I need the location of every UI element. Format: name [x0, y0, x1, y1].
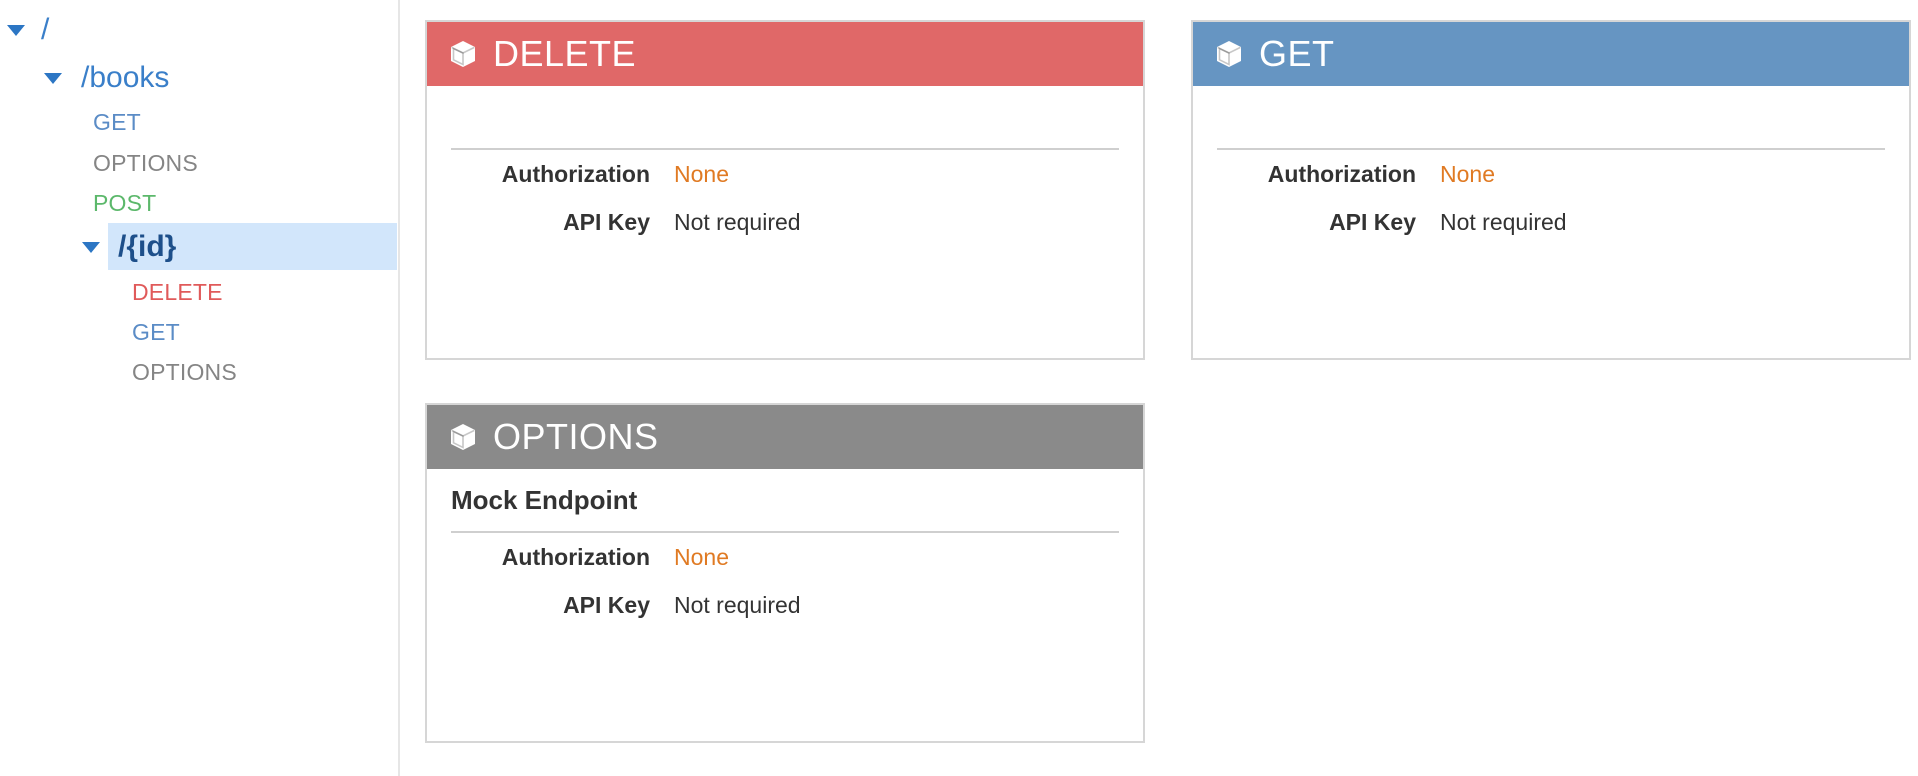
method-link-id-delete[interactable]: DELETE — [132, 276, 223, 308]
authorization-label: Authorization — [1267, 160, 1416, 187]
api-key-row: API Key Not required — [1217, 198, 1885, 246]
resource-label-id[interactable]: /{id} — [118, 230, 176, 264]
method-card-delete[interactable]: DELETE Authorization None API Key Not re… — [425, 20, 1145, 360]
card-subtitle: Mock Endpoint — [451, 484, 638, 515]
cube-icon — [451, 424, 475, 450]
api-key-label: API Key — [1329, 208, 1416, 235]
method-card-options[interactable]: OPTIONS Mock Endpoint Authorization None… — [425, 403, 1145, 743]
card-title: GET — [1259, 33, 1335, 74]
method-link-books-get[interactable]: GET — [93, 106, 141, 138]
card-header-get[interactable]: GET — [1193, 22, 1909, 86]
card-body: Authorization None API Key Not required — [1193, 86, 1909, 246]
api-key-value: Not required — [1440, 208, 1567, 235]
api-key-row: API Key Not required — [451, 198, 1119, 246]
authorization-row: Authorization None — [1217, 150, 1885, 198]
method-label[interactable]: GET — [93, 109, 141, 136]
cube-icon — [451, 41, 475, 67]
tree-node-books[interactable]: /books — [44, 58, 169, 98]
caret-down-icon[interactable] — [7, 24, 25, 36]
authorization-value[interactable]: None — [1440, 161, 1495, 188]
card-subtitle — [1217, 86, 1885, 148]
tree-node-id[interactable]: /{id} — [82, 227, 176, 267]
cube-icon — [1217, 41, 1241, 67]
authorization-label: Authorization — [501, 543, 650, 570]
card-body: Mock Endpoint Authorization None API Key… — [427, 469, 1143, 629]
caret-down-icon[interactable] — [44, 72, 62, 84]
card-title: OPTIONS — [493, 416, 659, 457]
method-link-id-options[interactable]: OPTIONS — [132, 356, 237, 388]
resource-tree: / /books GET OPTIONS POST /{id} DELETE G… — [0, 0, 400, 776]
api-key-value: Not required — [674, 208, 801, 235]
card-header-delete[interactable]: DELETE — [427, 22, 1143, 86]
tree-node-root[interactable]: / — [7, 10, 49, 50]
authorization-row: Authorization None — [451, 150, 1119, 198]
card-body: Authorization None API Key Not required — [427, 86, 1143, 246]
method-label[interactable]: OPTIONS — [93, 150, 198, 177]
authorization-value[interactable]: None — [674, 544, 729, 571]
resource-label-root[interactable]: / — [41, 13, 49, 47]
api-key-label: API Key — [563, 591, 650, 618]
caret-down-icon[interactable] — [82, 241, 100, 253]
api-key-row: API Key Not required — [451, 581, 1119, 629]
method-label[interactable]: DELETE — [132, 279, 223, 306]
method-link-books-post[interactable]: POST — [93, 187, 156, 219]
card-header-options[interactable]: OPTIONS — [427, 405, 1143, 469]
method-label[interactable]: POST — [93, 190, 156, 217]
resource-label-books[interactable]: /books — [81, 61, 169, 95]
authorization-row: Authorization None — [451, 533, 1119, 581]
api-key-value: Not required — [674, 591, 801, 618]
api-key-label: API Key — [563, 208, 650, 235]
authorization-value[interactable]: None — [674, 161, 729, 188]
method-label[interactable]: OPTIONS — [132, 359, 237, 386]
api-gateway-resources-view: / /books GET OPTIONS POST /{id} DELETE G… — [0, 0, 1918, 776]
method-link-books-options[interactable]: OPTIONS — [93, 147, 198, 179]
card-title: DELETE — [493, 33, 637, 74]
card-subtitle — [451, 86, 1119, 148]
method-label[interactable]: GET — [132, 319, 180, 346]
method-link-id-get[interactable]: GET — [132, 316, 180, 348]
authorization-label: Authorization — [501, 160, 650, 187]
method-card-get[interactable]: GET Authorization None API Key Not requi… — [1191, 20, 1911, 360]
